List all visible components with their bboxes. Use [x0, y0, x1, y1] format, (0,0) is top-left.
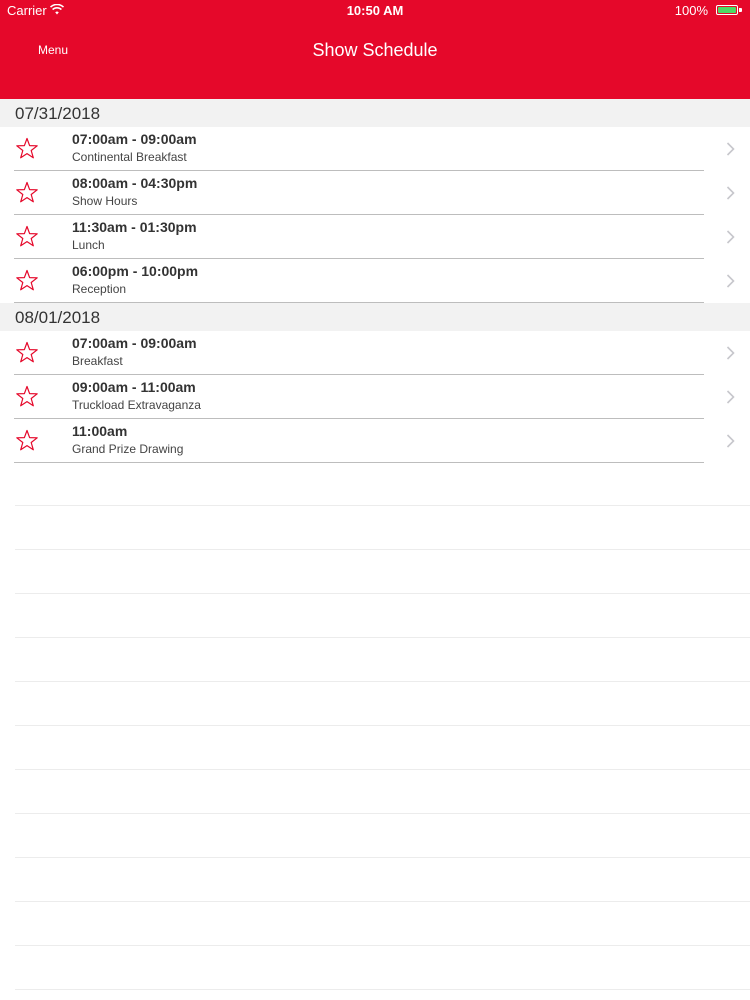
event-title: Continental Breakfast — [72, 150, 187, 164]
event-time: 07:00am - 09:00am — [72, 335, 197, 351]
event-title: Grand Prize Drawing — [72, 442, 184, 456]
page-title: Show Schedule — [312, 40, 438, 60]
schedule-row[interactable]: 11:30am - 01:30pm Lunch — [0, 215, 750, 259]
chevron-right-icon — [726, 142, 735, 156]
event-title: Truckload Extravaganza — [72, 398, 201, 412]
section-header-date: 07/31/2018 — [0, 99, 750, 127]
schedule-list: 07/31/2018 07:00am - 09:00am Continental B… — [0, 99, 750, 463]
schedule-row[interactable]: 07:00am - 09:00am Breakfast — [0, 331, 750, 375]
star-outline-icon[interactable] — [14, 340, 40, 366]
event-title: Breakfast — [72, 354, 123, 368]
chevron-right-icon — [726, 390, 735, 404]
empty-row-separator — [15, 505, 750, 506]
empty-row-separator — [15, 725, 750, 726]
schedule-row[interactable]: 09:00am - 11:00am Truckload Extravaganza — [0, 375, 750, 419]
battery-icon — [716, 5, 738, 15]
battery-percentage: 100% — [674, 3, 708, 18]
empty-row-separator — [15, 769, 750, 770]
star-outline-icon[interactable] — [14, 180, 40, 206]
chevron-right-icon — [726, 346, 735, 360]
empty-row-separator — [15, 637, 750, 638]
star-outline-icon[interactable] — [14, 384, 40, 410]
chevron-right-icon — [726, 186, 735, 200]
event-time: 11:30am - 01:30pm — [72, 219, 197, 235]
status-bar: Carrier 10:50 AM 100% — [0, 0, 750, 20]
event-time: 09:00am - 11:00am — [72, 379, 196, 395]
schedule-row[interactable]: 06:00pm - 10:00pm Reception — [0, 259, 750, 303]
empty-row-separator — [15, 945, 750, 946]
chevron-right-icon — [726, 274, 735, 288]
battery-tip — [739, 8, 742, 12]
empty-row-separator — [15, 989, 750, 990]
empty-row-separator — [15, 593, 750, 594]
star-outline-icon[interactable] — [14, 136, 40, 162]
star-outline-icon[interactable] — [14, 224, 40, 250]
empty-row-separator — [15, 549, 750, 550]
row-separator — [14, 302, 704, 303]
section-header-date: 08/01/2018 — [0, 303, 750, 331]
event-title: Show Hours — [72, 194, 138, 208]
empty-table-rows — [0, 462, 750, 1000]
empty-row-separator — [15, 901, 750, 902]
event-title: Lunch — [72, 238, 105, 252]
star-outline-icon[interactable] — [14, 428, 40, 454]
navigation-bar: Carrier 10:50 AM 100% Menu Show Schedule — [0, 0, 750, 99]
schedule-row[interactable]: 08:00am - 04:30pm Show Hours — [0, 171, 750, 215]
event-time: 07:00am - 09:00am — [72, 131, 197, 147]
event-title: Reception — [72, 282, 127, 296]
status-time: 10:50 AM — [346, 3, 404, 18]
schedule-row[interactable]: 07:00am - 09:00am Continental Breakfast — [0, 127, 750, 171]
chevron-right-icon — [726, 434, 735, 448]
chevron-right-icon — [726, 230, 735, 244]
event-time: 11:00am — [72, 423, 128, 439]
empty-row-separator — [15, 857, 750, 858]
event-time: 06:00pm - 10:00pm — [72, 263, 199, 279]
empty-row-separator — [15, 813, 750, 814]
schedule-row[interactable]: 11:00am Grand Prize Drawing — [0, 419, 750, 463]
empty-row-separator — [15, 681, 750, 682]
event-time: 08:00am - 04:30pm — [72, 175, 198, 191]
star-outline-icon[interactable] — [14, 268, 40, 294]
